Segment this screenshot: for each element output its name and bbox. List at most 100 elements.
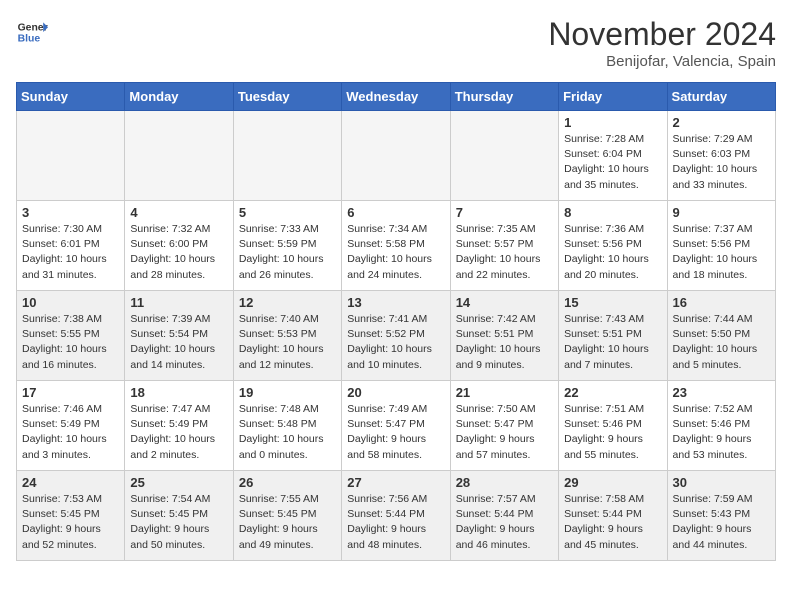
day-number: 27 xyxy=(347,475,444,490)
day-info: Sunrise: 7:47 AMSunset: 5:49 PMDaylight:… xyxy=(130,402,227,463)
day-number: 11 xyxy=(130,295,227,310)
day-number: 29 xyxy=(564,475,661,490)
logo: General Blue xyxy=(16,16,48,48)
day-number: 15 xyxy=(564,295,661,310)
calendar-cell: 4 Sunrise: 7:32 AMSunset: 6:00 PMDaylight… xyxy=(125,201,233,291)
calendar-week-5: 24Sunrise: 7:53 AMSunset: 5:45 PMDayligh… xyxy=(17,471,776,561)
calendar-cell: 18 Sunrise: 7:47 AMSunset: 5:49 PMDayligh… xyxy=(125,381,233,471)
day-info: Sunrise: 7:33 AMSunset: 5:59 PMDaylight:… xyxy=(239,222,336,283)
calendar-cell: 22Sunrise: 7:51 AMSunset: 5:46 PMDayligh… xyxy=(559,381,667,471)
calendar-cell: 14 Sunrise: 7:42 AMSunset: 5:51 PMDayligh… xyxy=(450,291,558,381)
calendar-week-3: 10 Sunrise: 7:38 AMSunset: 5:55 PMDayligh… xyxy=(17,291,776,381)
day-info: Sunrise: 7:30 AMSunset: 6:01 PMDaylight:… xyxy=(22,222,119,283)
day-info: Sunrise: 7:54 AMSunset: 5:45 PMDaylight:… xyxy=(130,492,227,553)
calendar-cell: 6 Sunrise: 7:34 AMSunset: 5:58 PMDaylight… xyxy=(342,201,450,291)
calendar-week-2: 3 Sunrise: 7:30 AMSunset: 6:01 PMDaylight… xyxy=(17,201,776,291)
day-info: Sunrise: 7:37 AMSunset: 5:56 PMDaylight:… xyxy=(673,222,770,283)
weekday-header-sunday: Sunday xyxy=(17,83,125,111)
svg-text:Blue: Blue xyxy=(18,34,41,45)
day-number: 1 xyxy=(564,115,661,130)
day-info: Sunrise: 7:49 AMSunset: 5:47 PMDaylight:… xyxy=(347,402,444,463)
calendar-cell: 10 Sunrise: 7:38 AMSunset: 5:55 PMDayligh… xyxy=(17,291,125,381)
day-number: 21 xyxy=(456,385,553,400)
calendar-cell: 3 Sunrise: 7:30 AMSunset: 6:01 PMDaylight… xyxy=(17,201,125,291)
calendar-cell: 20 Sunrise: 7:49 AMSunset: 5:47 PMDayligh… xyxy=(342,381,450,471)
day-info: Sunrise: 7:42 AMSunset: 5:51 PMDaylight:… xyxy=(456,312,553,373)
calendar-cell: 11 Sunrise: 7:39 AMSunset: 5:54 PMDayligh… xyxy=(125,291,233,381)
calendar-cell: 8 Sunrise: 7:36 AMSunset: 5:56 PMDaylight… xyxy=(559,201,667,291)
location: Benijofar, Valencia, Spain xyxy=(548,53,776,70)
day-number: 4 xyxy=(130,205,227,220)
day-number: 23 xyxy=(673,385,770,400)
day-info: Sunrise: 7:34 AMSunset: 5:58 PMDaylight:… xyxy=(347,222,444,283)
weekday-header-row: SundayMondayTuesdayWednesdayThursdayFrid… xyxy=(17,83,776,111)
day-number: 17 xyxy=(22,385,119,400)
day-number: 25 xyxy=(130,475,227,490)
day-number: 26 xyxy=(239,475,336,490)
day-info: Sunrise: 7:52 AMSunset: 5:46 PMDaylight:… xyxy=(673,402,770,463)
day-number: 18 xyxy=(130,385,227,400)
day-info: Sunrise: 7:46 AMSunset: 5:49 PMDaylight:… xyxy=(22,402,119,463)
calendar-cell: 19 Sunrise: 7:48 AMSunset: 5:48 PMDayligh… xyxy=(233,381,341,471)
day-info: Sunrise: 7:53 AMSunset: 5:45 PMDaylight:… xyxy=(22,492,119,553)
logo-icon: General Blue xyxy=(16,16,48,48)
calendar-cell: 9Sunrise: 7:37 AMSunset: 5:56 PMDaylight… xyxy=(667,201,775,291)
day-number: 19 xyxy=(239,385,336,400)
month-title: November 2024 xyxy=(548,16,776,53)
calendar-cell: 13 Sunrise: 7:41 AMSunset: 5:52 PMDayligh… xyxy=(342,291,450,381)
day-number: 8 xyxy=(564,205,661,220)
calendar-cell: 23 Sunrise: 7:52 AMSunset: 5:46 PMDayligh… xyxy=(667,381,775,471)
day-info: Sunrise: 7:59 AMSunset: 5:43 PMDaylight:… xyxy=(673,492,770,553)
day-info: Sunrise: 7:38 AMSunset: 5:55 PMDaylight:… xyxy=(22,312,119,373)
day-number: 16 xyxy=(673,295,770,310)
calendar-cell xyxy=(233,111,341,201)
day-number: 20 xyxy=(347,385,444,400)
day-number: 7 xyxy=(456,205,553,220)
calendar-cell: 7 Sunrise: 7:35 AMSunset: 5:57 PMDaylight… xyxy=(450,201,558,291)
weekday-header-monday: Monday xyxy=(125,83,233,111)
day-number: 5 xyxy=(239,205,336,220)
calendar-cell: 16 Sunrise: 7:44 AMSunset: 5:50 PMDayligh… xyxy=(667,291,775,381)
day-info: Sunrise: 7:50 AMSunset: 5:47 PMDaylight:… xyxy=(456,402,553,463)
calendar-cell xyxy=(342,111,450,201)
calendar-table: SundayMondayTuesdayWednesdayThursdayFrid… xyxy=(16,82,776,561)
day-info: Sunrise: 7:55 AMSunset: 5:45 PMDaylight:… xyxy=(239,492,336,553)
day-number: 14 xyxy=(456,295,553,310)
day-number: 10 xyxy=(22,295,119,310)
calendar-cell: 21 Sunrise: 7:50 AMSunset: 5:47 PMDayligh… xyxy=(450,381,558,471)
day-number: 30 xyxy=(673,475,770,490)
day-number: 13 xyxy=(347,295,444,310)
day-info: Sunrise: 7:28 AMSunset: 6:04 PMDaylight:… xyxy=(564,132,661,193)
weekday-header-thursday: Thursday xyxy=(450,83,558,111)
day-number: 22 xyxy=(564,385,661,400)
weekday-header-friday: Friday xyxy=(559,83,667,111)
calendar-cell: 28 Sunrise: 7:57 AMSunset: 5:44 PMDayligh… xyxy=(450,471,558,561)
calendar-cell: 25 Sunrise: 7:54 AMSunset: 5:45 PMDayligh… xyxy=(125,471,233,561)
day-info: Sunrise: 7:44 AMSunset: 5:50 PMDaylight:… xyxy=(673,312,770,373)
calendar-cell: 26 Sunrise: 7:55 AMSunset: 5:45 PMDayligh… xyxy=(233,471,341,561)
day-info: Sunrise: 7:39 AMSunset: 5:54 PMDaylight:… xyxy=(130,312,227,373)
day-info: Sunrise: 7:43 AMSunset: 5:51 PMDaylight:… xyxy=(564,312,661,373)
day-info: Sunrise: 7:48 AMSunset: 5:48 PMDaylight:… xyxy=(239,402,336,463)
calendar-cell: 15 Sunrise: 7:43 AMSunset: 5:51 PMDayligh… xyxy=(559,291,667,381)
day-info: Sunrise: 7:32 AMSunset: 6:00 PMDaylight:… xyxy=(130,222,227,283)
calendar-cell: 27Sunrise: 7:56 AMSunset: 5:44 PMDayligh… xyxy=(342,471,450,561)
weekday-header-wednesday: Wednesday xyxy=(342,83,450,111)
weekday-header-tuesday: Tuesday xyxy=(233,83,341,111)
day-info: Sunrise: 7:40 AMSunset: 5:53 PMDaylight:… xyxy=(239,312,336,373)
calendar-cell: 30 Sunrise: 7:59 AMSunset: 5:43 PMDayligh… xyxy=(667,471,775,561)
calendar-week-4: 17 Sunrise: 7:46 AMSunset: 5:49 PMDayligh… xyxy=(17,381,776,471)
page-header: General Blue November 2024 Benijofar, Va… xyxy=(16,16,776,70)
day-number: 3 xyxy=(22,205,119,220)
day-info: Sunrise: 7:41 AMSunset: 5:52 PMDaylight:… xyxy=(347,312,444,373)
day-info: Sunrise: 7:58 AMSunset: 5:44 PMDaylight:… xyxy=(564,492,661,553)
calendar-cell xyxy=(125,111,233,201)
day-info: Sunrise: 7:36 AMSunset: 5:56 PMDaylight:… xyxy=(564,222,661,283)
day-info: Sunrise: 7:29 AMSunset: 6:03 PMDaylight:… xyxy=(673,132,770,193)
day-info: Sunrise: 7:57 AMSunset: 5:44 PMDaylight:… xyxy=(456,492,553,553)
day-info: Sunrise: 7:35 AMSunset: 5:57 PMDaylight:… xyxy=(456,222,553,283)
day-number: 12 xyxy=(239,295,336,310)
day-number: 28 xyxy=(456,475,553,490)
day-number: 6 xyxy=(347,205,444,220)
calendar-cell: 5 Sunrise: 7:33 AMSunset: 5:59 PMDaylight… xyxy=(233,201,341,291)
